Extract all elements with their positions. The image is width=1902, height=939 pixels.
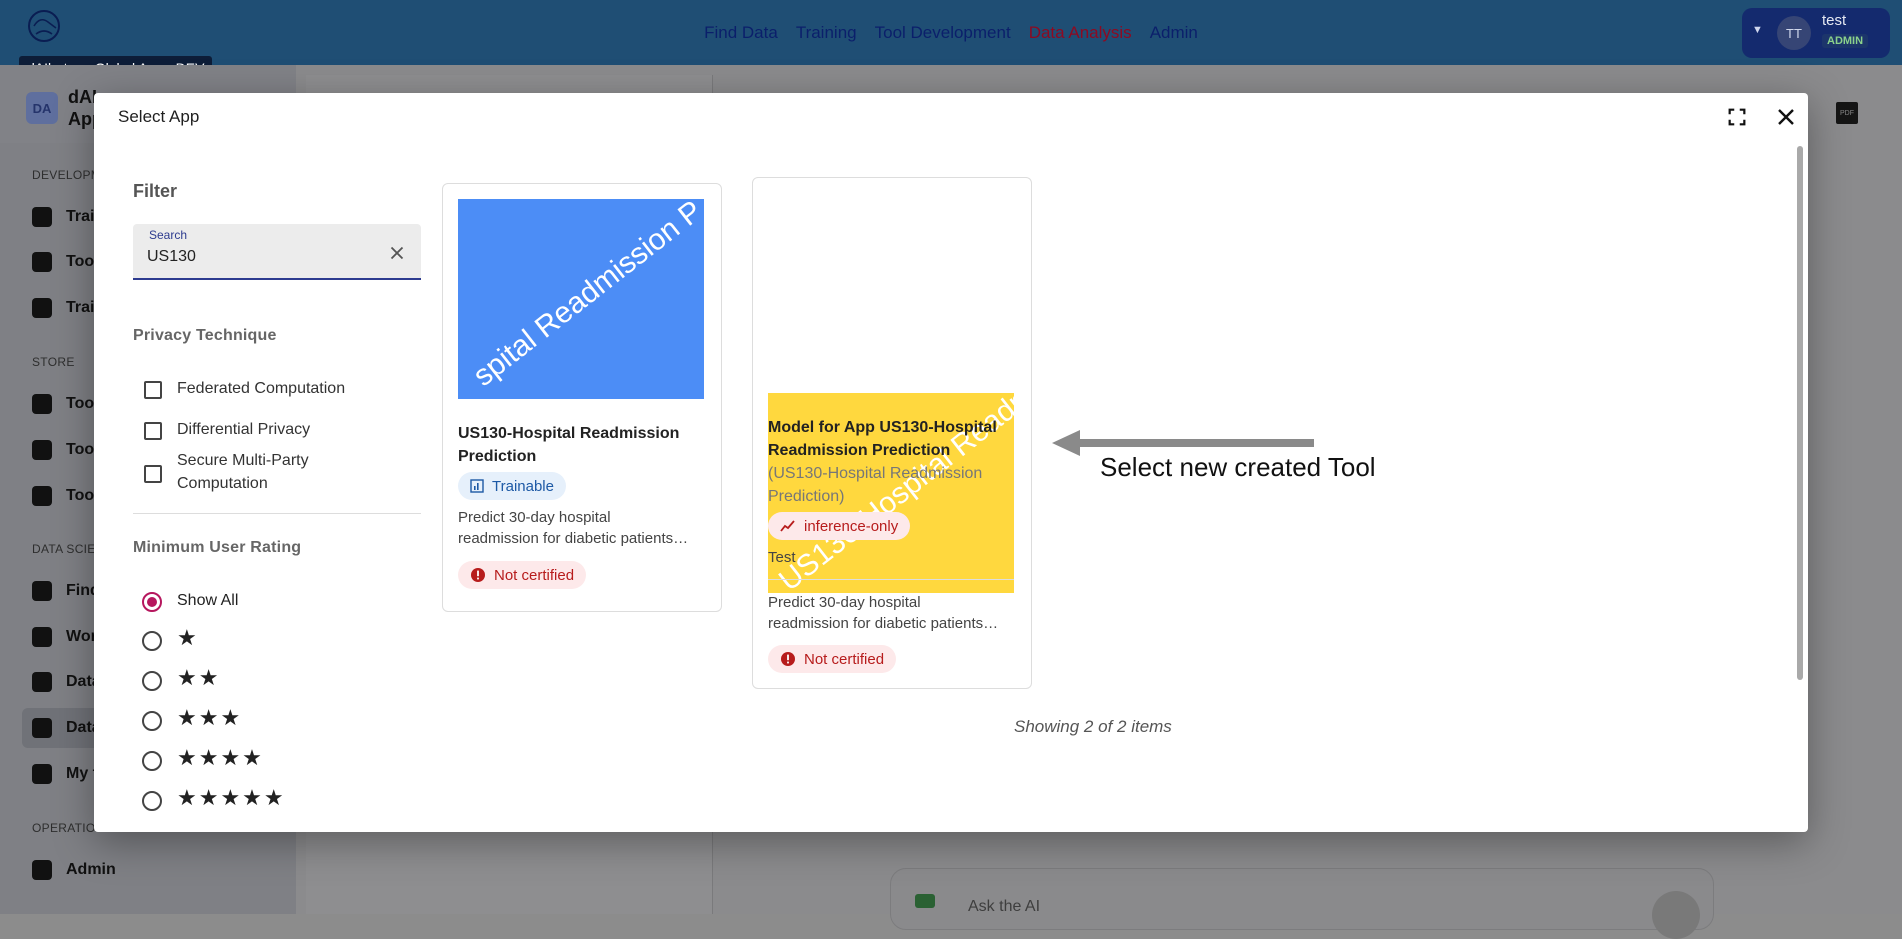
search-input[interactable] bbox=[147, 248, 377, 266]
sync-icon bbox=[32, 298, 52, 318]
status-badge: Not certified bbox=[458, 561, 587, 589]
main-nav: Find Data Training Tool Development Data… bbox=[0, 0, 1902, 65]
nodes-icon bbox=[32, 207, 52, 227]
sidebar-item-tool[interactable]: Tool bbox=[32, 252, 99, 272]
sidebar-item-store-tools-2[interactable]: Tool bbox=[32, 440, 99, 460]
folder-icon bbox=[32, 764, 52, 784]
rating-radio-4[interactable] bbox=[142, 751, 162, 771]
sidebar-item-admin[interactable]: Admin bbox=[32, 860, 116, 880]
rating-label-show-all: Show All bbox=[177, 592, 239, 609]
rating-stars-5: ★★★★★ bbox=[177, 785, 286, 810]
nav-training[interactable]: Training bbox=[796, 23, 857, 43]
workflow-icon bbox=[32, 627, 52, 647]
nodes-icon bbox=[32, 440, 52, 460]
federated-computation-label: Federated Computation bbox=[177, 380, 346, 397]
clear-search-icon[interactable] bbox=[386, 242, 408, 264]
cloud-check-icon bbox=[915, 894, 935, 908]
differential-privacy-checkbox[interactable] bbox=[144, 422, 162, 440]
divider bbox=[768, 579, 1014, 580]
secure-mpc-label: Secure Multi-Party Computation bbox=[177, 452, 309, 492]
chevron-down-icon[interactable]: ▼ bbox=[1752, 24, 1763, 36]
sidebar-item-workflow[interactable]: Wor bbox=[32, 627, 97, 647]
trainable-badge: Trainable bbox=[458, 472, 566, 500]
rating-stars-4: ★★★★ bbox=[177, 745, 264, 770]
rating-radio-3[interactable] bbox=[142, 711, 162, 731]
secure-mpc-checkbox[interactable] bbox=[144, 465, 162, 483]
app-card-subtitle: (US130-Hospital Readmission Prediction) bbox=[768, 465, 983, 505]
thumbnail-text: spital Readmission P bbox=[467, 199, 704, 393]
nav-find-data[interactable]: Find Data bbox=[704, 23, 778, 43]
items-count: Showing 2 of 2 items bbox=[1014, 717, 1172, 736]
rating-stars-1: ★ bbox=[177, 625, 199, 650]
rating-stars-2: ★★ bbox=[177, 665, 221, 690]
select-app-dialog: Select App Filter Search Privacy Techniq… bbox=[94, 93, 1808, 832]
sidebar-section-operations: OPERATIO bbox=[32, 821, 96, 835]
sidebar-item-label: Admin bbox=[66, 861, 116, 878]
rating-radio-1[interactable] bbox=[142, 631, 162, 651]
user-menu[interactable] bbox=[1742, 8, 1890, 58]
sidebar-item-training-2[interactable]: Trai bbox=[32, 298, 94, 318]
minimum-user-rating-heading: Minimum User Rating bbox=[133, 539, 302, 556]
ask-ai-input[interactable]: Ask the AI bbox=[968, 898, 1040, 916]
hierarchy-icon bbox=[32, 672, 52, 692]
annotation-text: Select new created Tool bbox=[1100, 452, 1376, 482]
app-card-description: Predict 30-day hospital readmission for … bbox=[458, 509, 689, 547]
code-icon bbox=[32, 252, 52, 272]
app-card-title: Model for App US130-Hospital Readmission… bbox=[768, 419, 997, 459]
sidebar-section-store: STORE bbox=[32, 355, 75, 369]
badge-label: Trainable bbox=[492, 477, 554, 495]
status-label: Not certified bbox=[804, 650, 885, 668]
workspace-badge: DA bbox=[26, 92, 58, 124]
sidebar-item-data[interactable]: Data bbox=[32, 672, 101, 692]
chart-icon bbox=[470, 479, 484, 493]
error-icon bbox=[781, 652, 795, 666]
federated-computation-checkbox[interactable] bbox=[144, 381, 162, 399]
scrollbar-thumb[interactable] bbox=[1797, 146, 1803, 680]
sidebar-item-store-tools-3[interactable]: Tool bbox=[32, 486, 99, 506]
sidebar-item-label: Wor bbox=[66, 628, 97, 645]
divider bbox=[133, 513, 421, 514]
user-role-badge: ADMIN bbox=[1822, 34, 1869, 48]
search-label: Search bbox=[149, 228, 188, 242]
search-icon bbox=[32, 581, 52, 601]
flask-icon bbox=[32, 718, 52, 738]
shield-gear-icon bbox=[32, 860, 52, 880]
app-card-owner: Test bbox=[768, 549, 796, 566]
error-icon bbox=[471, 568, 485, 582]
nav-admin[interactable]: Admin bbox=[1150, 23, 1198, 43]
send-button[interactable] bbox=[1652, 891, 1700, 939]
app-card-title: US130-Hospital Readmission Prediction bbox=[458, 425, 680, 465]
app-card-description: Predict 30-day hospital readmission for … bbox=[768, 594, 999, 632]
privacy-technique-heading: Privacy Technique bbox=[133, 327, 277, 344]
filter-heading: Filter bbox=[133, 181, 178, 201]
nav-data-analysis[interactable]: Data Analysis bbox=[1029, 23, 1132, 43]
close-icon[interactable] bbox=[1774, 105, 1798, 129]
status-badge: Not certified bbox=[768, 645, 897, 673]
sidebar-item-store-tools[interactable]: Tool bbox=[32, 394, 99, 414]
archive-icon bbox=[32, 394, 52, 414]
app-card-thumbnail[interactable]: spital Readmission P bbox=[458, 199, 704, 399]
inference-only-badge: inference-only bbox=[768, 512, 911, 540]
differential-privacy-label: Differential Privacy bbox=[177, 421, 311, 438]
fullscreen-icon[interactable] bbox=[1726, 106, 1748, 128]
sidebar-item-label: Trai bbox=[66, 208, 95, 225]
sidebar-item-my-files[interactable]: My f bbox=[32, 764, 98, 784]
trending-icon bbox=[780, 520, 795, 532]
sidebar-item-find[interactable]: Find bbox=[32, 581, 100, 601]
sidebar-item-label: Trai bbox=[66, 299, 95, 316]
sidebar-section-development: DEVELOPM bbox=[32, 168, 102, 182]
avatar: TT bbox=[1777, 16, 1811, 50]
nav-tool-development[interactable]: Tool Development bbox=[875, 23, 1011, 43]
checklist-icon bbox=[32, 486, 52, 506]
rating-stars-3: ★★★ bbox=[177, 705, 243, 730]
rating-radio-5[interactable] bbox=[142, 791, 162, 811]
status-label: Not certified bbox=[494, 566, 575, 584]
rating-radio-show-all[interactable] bbox=[142, 592, 162, 612]
pdf-icon[interactable]: PDF bbox=[1836, 102, 1858, 124]
sidebar-item-training[interactable]: Trai bbox=[32, 207, 94, 227]
user-name: test bbox=[1822, 12, 1847, 29]
rating-radio-2[interactable] bbox=[142, 671, 162, 691]
badge-label: inference-only bbox=[804, 517, 899, 535]
dialog-title: Select App bbox=[118, 107, 200, 126]
